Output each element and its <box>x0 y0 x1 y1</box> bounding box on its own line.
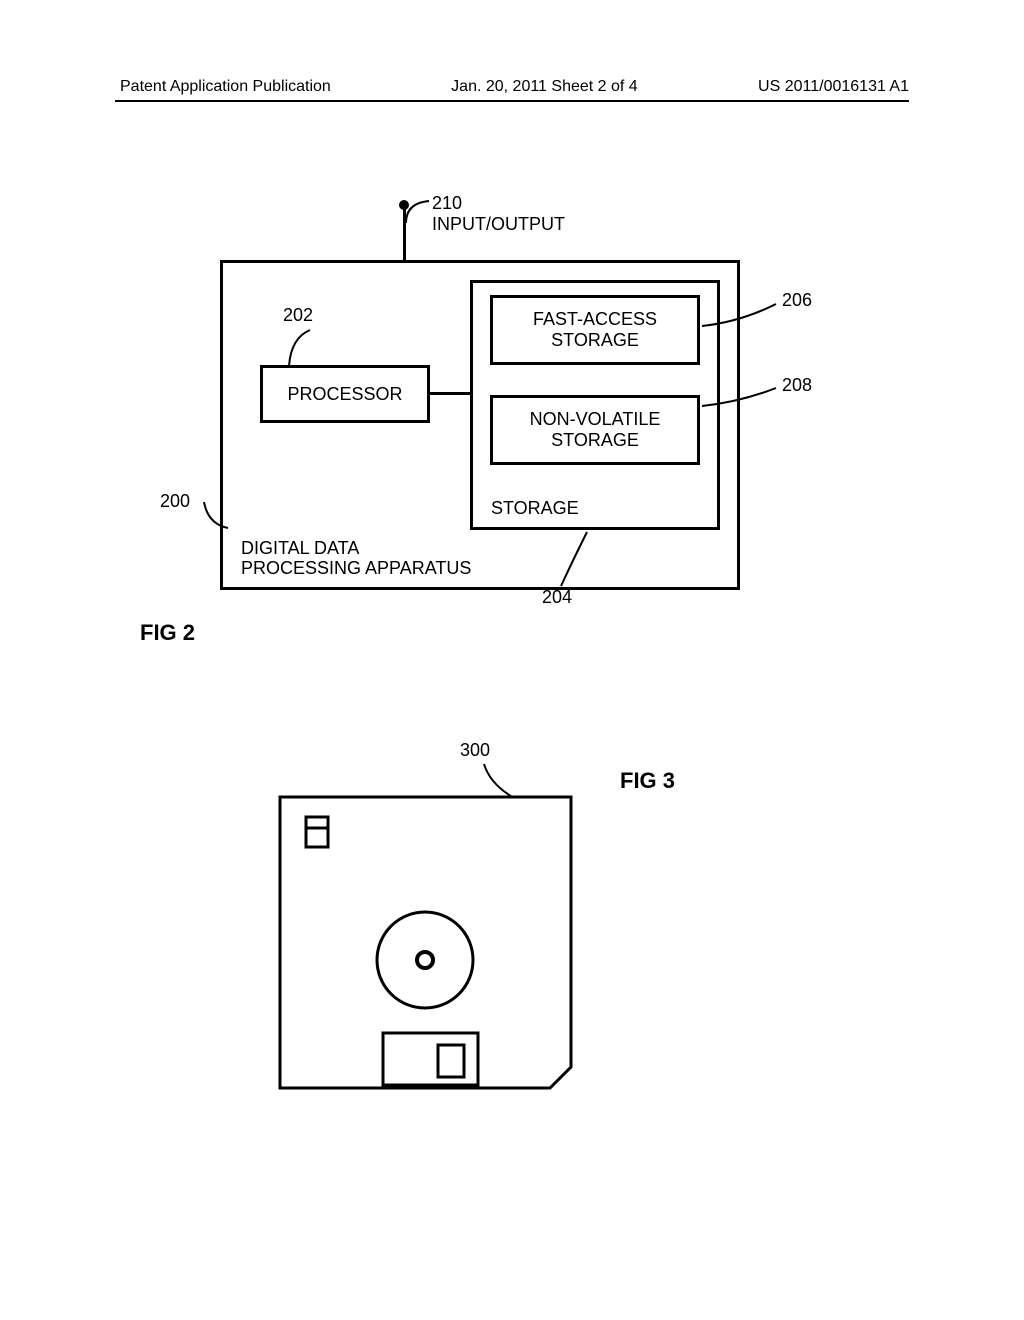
ref-206: 206 <box>782 290 812 311</box>
leader-206 <box>700 300 780 330</box>
header-rule <box>115 100 909 102</box>
caption-fig2: FIG 2 <box>140 620 195 646</box>
ref-210: 210 <box>432 193 462 214</box>
leader-210 <box>403 195 433 225</box>
ref-200: 200 <box>160 491 190 512</box>
figure-2: 210 INPUT/OUTPUT DIGITAL DATA PROCESSING… <box>0 200 1024 660</box>
figure-3: 300 FIG 3 <box>0 740 1024 1160</box>
box-fast-access-storage: FAST-ACCESS STORAGE <box>490 295 700 365</box>
ref-208: 208 <box>782 375 812 396</box>
leader-200 <box>200 500 230 530</box>
ref-204: 204 <box>542 587 572 608</box>
label-fast-access-l1: FAST-ACCESS <box>533 309 657 330</box>
box-processor: PROCESSOR <box>260 365 430 423</box>
leader-202 <box>285 328 315 368</box>
header-pub-number: US 2011/0016131 A1 <box>758 78 909 96</box>
connector-proc-storage <box>430 392 470 395</box>
header-date-sheet: Jan. 20, 2011 Sheet 2 of 4 <box>451 78 638 96</box>
apparatus-label-line1: DIGITAL DATA <box>241 538 359 559</box>
label-non-volatile-l1: NON-VOLATILE <box>530 409 661 430</box>
header-publication: Patent Application Publication <box>120 78 331 96</box>
floppy-disk-icon <box>278 795 573 1090</box>
leader-204 <box>555 530 595 590</box>
page-header: Patent Application Publication Jan. 20, … <box>0 78 1024 96</box>
leader-208 <box>700 380 780 410</box>
label-processor: PROCESSOR <box>287 384 402 405</box>
caption-fig3: FIG 3 <box>620 768 675 794</box>
label-fast-access-l2: STORAGE <box>551 330 639 351</box>
ref-202: 202 <box>283 305 313 326</box>
ref-300: 300 <box>460 740 490 761</box>
apparatus-label-line2: PROCESSING APPARATUS <box>241 558 471 579</box>
label-non-volatile-l2: STORAGE <box>551 430 639 451</box>
box-non-volatile-storage: NON-VOLATILE STORAGE <box>490 395 700 465</box>
label-input-output: INPUT/OUTPUT <box>432 214 565 235</box>
label-storage: STORAGE <box>491 498 579 519</box>
